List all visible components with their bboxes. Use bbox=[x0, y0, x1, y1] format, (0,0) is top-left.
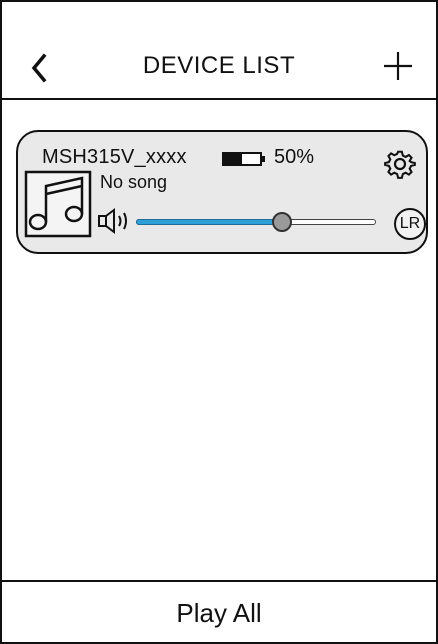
song-title: No song bbox=[100, 172, 168, 192]
speaker-icon[interactable] bbox=[98, 208, 132, 234]
device-card[interactable]: MSH315V_xxxx 50% No song LR bbox=[16, 130, 428, 254]
footer-bar: Play All bbox=[2, 580, 436, 644]
app-frame: DEVICE LIST MSH315V_xxxx 50% No song LR … bbox=[0, 0, 438, 644]
battery-percentage: 50% bbox=[274, 146, 315, 168]
plus-icon bbox=[384, 52, 412, 80]
device-settings-button[interactable] bbox=[384, 148, 416, 180]
play-all-button[interactable]: Play All bbox=[162, 592, 275, 635]
volume-level bbox=[136, 219, 283, 225]
gear-icon bbox=[384, 150, 416, 179]
header-bar: DEVICE LIST bbox=[2, 2, 436, 100]
volume-slider[interactable] bbox=[136, 212, 376, 232]
add-device-button[interactable] bbox=[378, 46, 418, 86]
channel-lr-button[interactable]: LR bbox=[394, 208, 426, 240]
device-name: MSH315V_xxxx bbox=[42, 146, 187, 168]
music-note-icon bbox=[24, 170, 92, 238]
page-title: DEVICE LIST bbox=[142, 52, 296, 79]
battery-icon bbox=[222, 152, 265, 166]
volume-thumb[interactable] bbox=[272, 212, 293, 232]
